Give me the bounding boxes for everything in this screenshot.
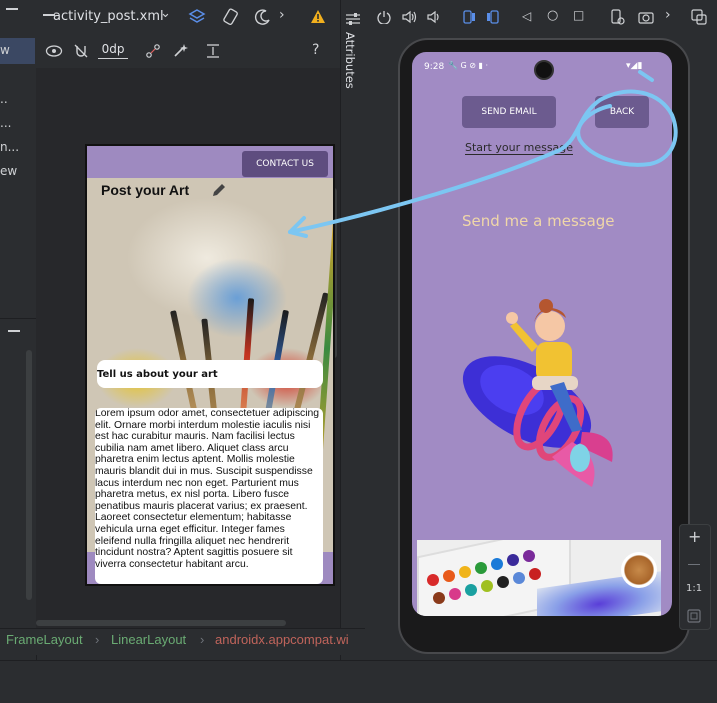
zoom-actual-size[interactable]: 1:1 xyxy=(686,583,702,594)
align-icon[interactable] xyxy=(205,43,221,59)
chevron-down-icon[interactable]: ⌄ xyxy=(160,6,171,21)
magic-wand-icon[interactable] xyxy=(172,43,188,59)
minimize-icon[interactable] xyxy=(8,330,20,332)
breadcrumb-separator: › xyxy=(95,632,100,647)
warning-icon[interactable] xyxy=(310,9,326,24)
breadcrumb-appcompat[interactable]: androidx.appcompat.wi xyxy=(215,632,349,647)
breadcrumb-framelayout[interactable]: FrameLayout xyxy=(6,632,83,647)
zoom-controls: + 1:1 xyxy=(679,524,711,630)
zoom-in-icon[interactable]: + xyxy=(688,527,701,546)
tree-item[interactable]: n... xyxy=(0,140,19,154)
tree-item-label: w xyxy=(0,43,10,57)
overview-nav-icon[interactable]: □ xyxy=(573,8,584,22)
help-icon[interactable]: ? xyxy=(312,42,319,58)
breadcrumb-separator: › xyxy=(200,632,205,647)
rocket-girl-illustration xyxy=(462,299,613,487)
annotation-scribble xyxy=(288,70,678,238)
scrollbar[interactable] xyxy=(26,350,32,600)
default-margin-field[interactable]: 0dp xyxy=(98,42,128,59)
eye-icon[interactable] xyxy=(45,44,63,58)
canvas-hscrollbar[interactable] xyxy=(36,620,286,626)
editor-tab-bar: activity_post.xml ⌄ › xyxy=(36,0,340,37)
project-panel-strip: w .. ... n... ew xyxy=(0,0,37,702)
volume-up-icon[interactable] xyxy=(402,10,418,24)
back-nav-icon[interactable]: ◁ xyxy=(522,9,531,23)
device-settings-icon[interactable] xyxy=(609,9,625,25)
clear-constraints-icon[interactable] xyxy=(145,43,161,59)
design-surface-icon[interactable] xyxy=(188,8,206,26)
sliders-icon[interactable] xyxy=(345,12,361,26)
selected-tree-item[interactable]: w xyxy=(0,38,35,64)
volume-down-icon[interactable] xyxy=(427,10,441,24)
power-icon[interactable] xyxy=(377,10,391,24)
watercolor-palette-image xyxy=(417,540,661,616)
zoom-out-icon[interactable] xyxy=(688,564,700,565)
tree-item[interactable]: ... xyxy=(0,116,11,130)
magnet-off-icon[interactable] xyxy=(73,43,89,59)
tree-item[interactable]: ew xyxy=(0,164,17,178)
chevron-right-icon[interactable]: › xyxy=(665,7,671,23)
device-mirror-icon[interactable] xyxy=(691,9,707,25)
pencil-icon[interactable] xyxy=(211,182,227,198)
tree-item[interactable]: .. xyxy=(0,92,8,106)
preview-footer-edge xyxy=(87,552,95,584)
rotate-left-icon[interactable] xyxy=(461,9,477,25)
rotate-right-icon[interactable] xyxy=(485,9,501,25)
camera-icon[interactable] xyxy=(638,10,654,24)
status-strip xyxy=(0,660,717,703)
home-nav-icon[interactable]: ○ xyxy=(547,8,558,23)
coffee-cup xyxy=(621,552,657,588)
tell-us-label: Tell us about your art xyxy=(97,368,218,380)
minimize-icon[interactable] xyxy=(6,8,18,10)
file-tab[interactable]: activity_post.xml xyxy=(53,9,164,24)
tell-us-field[interactable]: Tell us about your art xyxy=(97,360,323,388)
breadcrumb-linearlayout[interactable]: LinearLayout xyxy=(111,632,186,647)
night-mode-icon[interactable] xyxy=(254,8,272,26)
chevron-right-icon[interactable]: › xyxy=(279,7,285,23)
zoom-fit-icon[interactable] xyxy=(687,609,701,623)
emulator-toolbar: ◁ ○ □ › xyxy=(365,0,717,36)
post-title: Post your Art xyxy=(101,182,190,198)
description-text: Lorem ipsum odor amet, consectetuer adip… xyxy=(95,408,323,584)
orientation-icon[interactable] xyxy=(222,8,240,26)
divider xyxy=(0,318,36,319)
